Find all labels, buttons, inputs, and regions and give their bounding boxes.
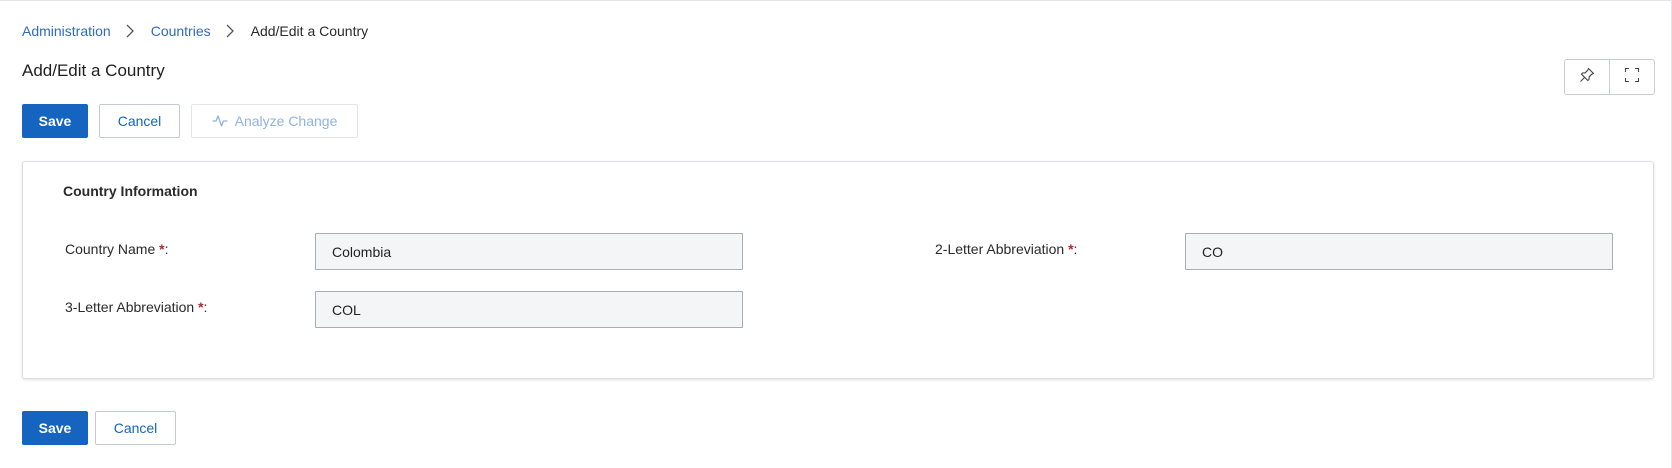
cancel-button[interactable]: Cancel <box>99 104 180 138</box>
section-title: Country Information <box>63 183 198 199</box>
footer-cancel-button[interactable]: Cancel <box>95 411 176 445</box>
three-letter-abbreviation-label: 3-Letter Abbreviation *: <box>65 299 208 315</box>
pin-icon <box>1579 67 1595 88</box>
fullscreen-button[interactable] <box>1609 60 1654 94</box>
save-button[interactable]: Save <box>22 104 88 138</box>
expand-icon <box>1624 67 1640 88</box>
chevron-right-icon <box>111 21 151 41</box>
page: Administration Countries Add/Edit a Coun… <box>0 0 1672 468</box>
two-letter-abbreviation-input[interactable] <box>1185 233 1613 270</box>
activity-icon <box>212 115 228 127</box>
breadcrumb-current: Add/Edit a Country <box>250 23 369 39</box>
page-title: Add/Edit a Country <box>22 61 165 80</box>
country-information-panel: Country Information Country Name *: 2-Le… <box>22 161 1654 379</box>
breadcrumb-link-administration[interactable]: Administration <box>22 23 111 39</box>
two-letter-abbreviation-label: 2-Letter Abbreviation *: <box>935 241 1078 257</box>
chevron-right-icon <box>211 21 251 41</box>
breadcrumb-link-countries[interactable]: Countries <box>151 23 211 39</box>
footer-save-button[interactable]: Save <box>22 411 88 445</box>
analyze-change-button[interactable]: Analyze Change <box>191 104 358 138</box>
country-name-label: Country Name *: <box>65 241 169 257</box>
pin-button[interactable] <box>1565 60 1609 94</box>
view-tools <box>1564 59 1655 95</box>
breadcrumb: Administration Countries Add/Edit a Coun… <box>22 21 368 41</box>
analyze-change-label: Analyze Change <box>234 113 338 129</box>
country-name-input[interactable] <box>315 233 743 270</box>
three-letter-abbreviation-input[interactable] <box>315 291 743 328</box>
